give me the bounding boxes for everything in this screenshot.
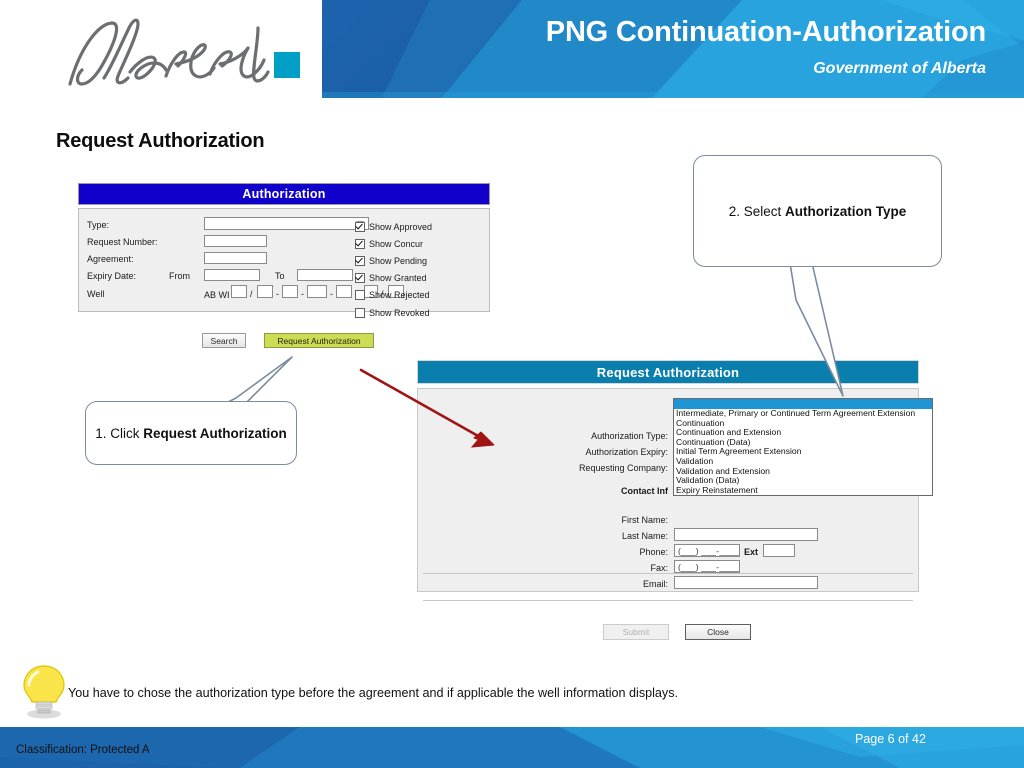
header-banner: PNG Continuation-Authorization Governmen… [322,0,1024,98]
checkbox-show-revoked[interactable] [355,307,365,318]
well-sep-3: - [301,289,304,299]
checkbox-label: Show Rejected [369,290,430,301]
checkbox-row[interactable]: Show Rejected [355,287,485,304]
request-authorization-panel-title: Request Authorization [417,360,919,384]
checkbox-show-rejected[interactable] [355,290,365,301]
dropdown-option[interactable]: Expiry Reinstatement [674,485,932,496]
authorization-type-dropdown-list[interactable]: Intermediate, Primary or Continued Term … [673,398,933,497]
submit-button[interactable]: Submit [603,624,669,640]
requesting-company-label: Requesting Company: [578,463,668,473]
callout-1-bold: Request Authorization [143,425,287,441]
type-select[interactable] [204,217,369,230]
phone-input[interactable]: (___) ___-____ [674,544,740,557]
well-field-4[interactable] [307,285,327,298]
authorization-panel-body: Type: Request Number: Agreement: Expiry … [78,208,490,318]
checkbox-row[interactable]: Show Granted [355,270,485,287]
ext-label: Ext [744,547,759,557]
type-label: Type: [87,220,110,230]
authorization-type-label: Authorization Type: [591,431,668,441]
checkbox-label: Show Concur [369,238,424,249]
dropdown-options: Intermediate, Primary or Continued Term … [674,408,932,496]
checkbox-label: Show Revoked [369,307,430,318]
fax-label: Fax: [650,563,668,573]
checkbox-row[interactable]: Show Concur [355,235,485,252]
expiry-to-input[interactable] [297,269,353,281]
well-sep-4: - [330,289,333,299]
contact-information-label: Contact Inf [621,486,668,496]
authorization-search-panel: Authorization Type: Request Number: Agre… [78,183,490,318]
expiry-from-input[interactable] [204,269,260,281]
alberta-logo [52,14,312,92]
email-input[interactable] [674,576,818,589]
well-field-2[interactable] [257,285,273,298]
status-filter-checkbox-group: Show Approved Show Concur Show Pending S… [355,218,485,321]
tip-text: You have to chose the authorization type… [68,686,679,700]
slide-canvas: PNG Continuation-Authorization Governmen… [0,0,1024,768]
callout-1-prefix: 1. Click [95,425,144,441]
checkbox-show-pending[interactable] [355,255,365,266]
panel-divider-1 [423,573,913,574]
request-panel-buttons: Submit Close [417,624,919,642]
request-authorization-button[interactable]: Request Authorization [264,333,374,348]
callout-2-bold: Authorization Type [785,203,907,219]
well-prefix-label: AB WI [204,290,230,300]
well-field-5[interactable] [336,285,352,298]
panel-divider-2 [423,600,913,601]
callout-step-2: 2. Select Authorization Type [693,155,942,267]
page-title: Request Authorization [56,130,265,152]
classification-label: Classification: Protected A [16,744,150,756]
from-label: From [169,271,190,281]
callout-2-prefix: 2. Select [728,203,786,219]
request-number-label: Request Number: [87,237,158,247]
to-label: To [275,271,285,281]
authorization-panel-title: Authorization [78,183,490,205]
checkbox-label: Show Granted [369,273,427,284]
checkbox-row[interactable]: Show Approved [355,218,485,235]
fax-input[interactable]: (___) ___-____ [674,560,740,573]
well-field-1[interactable] [231,285,247,298]
checkbox-show-concur[interactable] [355,238,365,249]
checkbox-row[interactable]: Show Pending [355,252,485,269]
well-sep-1: / [250,289,253,299]
header-subtitle: Government of Alberta [813,60,986,77]
well-label: Well [87,289,105,299]
checkbox-label: Show Pending [369,255,428,266]
authorization-expiry-label: Authorization Expiry: [585,447,668,457]
search-button[interactable]: Search [202,333,246,348]
checkbox-show-granted[interactable] [355,273,365,284]
authorization-panel-buttons: Search Request Authorization [78,333,490,351]
checkbox-row[interactable]: Show Revoked [355,304,485,321]
close-button[interactable]: Close [685,624,751,640]
well-field-3[interactable] [282,285,298,298]
lightbulb-icon [16,662,72,720]
expiry-date-label: Expiry Date: [87,271,137,281]
request-number-input[interactable] [204,235,267,247]
callout-step-1: 1. Click Request Authorization [85,401,297,465]
email-label: Email: [642,579,668,589]
agreement-label: Agreement: [87,254,134,264]
last-name-label: Last Name: [621,531,668,541]
checkbox-label: Show Approved [369,221,433,232]
phone-label: Phone: [639,547,668,557]
callout-step-2-text: 2. Select Authorization Type [729,202,907,221]
ext-input[interactable] [763,544,795,557]
well-sep-2: - [276,289,279,299]
header-title: PNG Continuation-Authorization [545,16,986,48]
last-name-input[interactable] [674,528,818,541]
callout-step-1-text: 1. Click Request Authorization [95,424,287,443]
checkbox-show-approved[interactable] [355,221,365,232]
agreement-input[interactable] [204,252,267,264]
first-name-label: First Name: [621,515,668,525]
page-number: Page 6 of 42 [855,732,926,746]
